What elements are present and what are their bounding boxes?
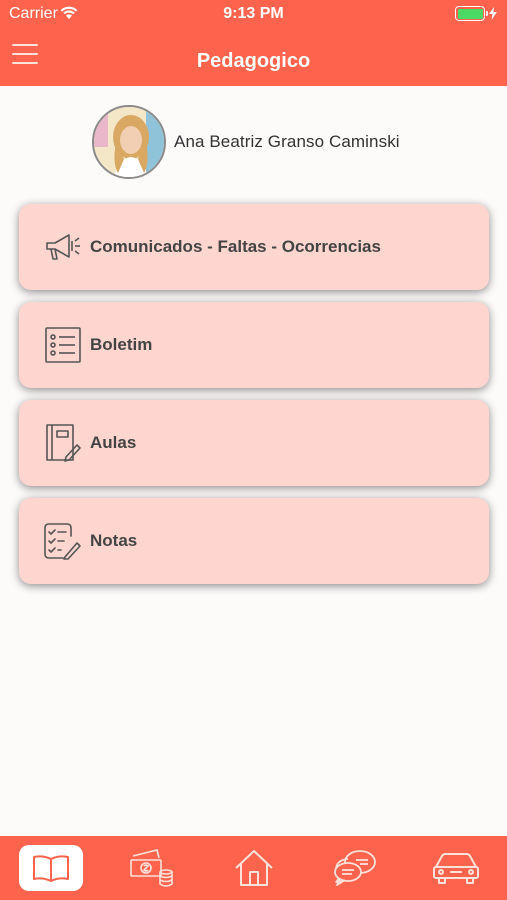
- tab-financeiro[interactable]: [101, 836, 202, 900]
- menu-item-aulas[interactable]: Aulas: [19, 400, 489, 486]
- menu-item-comunicados[interactable]: Comunicados - Faltas - Ocorrencias: [19, 204, 489, 290]
- menu-item-label: Notas: [90, 531, 138, 550]
- page-title: Pedagogico: [196, 50, 311, 72]
- menu-item-label: Boletim: [90, 335, 153, 354]
- notebook-icon: [40, 420, 86, 466]
- book-icon: [32, 855, 69, 882]
- tab-home[interactable]: [203, 836, 304, 900]
- checklist-icon: [40, 518, 86, 564]
- avatar: [92, 105, 166, 179]
- header: Carrier 9:13 PM Pedagogico: [0, 0, 507, 86]
- tab-bar: [0, 836, 507, 900]
- menu-item-label: Comunicados - Faltas - Ocorrencias: [90, 237, 381, 256]
- list-icon: [40, 322, 86, 368]
- menu-item-notas[interactable]: Notas: [19, 498, 489, 584]
- chat-icon: [334, 850, 376, 886]
- battery-icon: [455, 6, 497, 21]
- student-profile: Ana Beatriz Granso Caminski: [92, 105, 400, 179]
- student-name: Ana Beatriz Granso Caminski: [174, 132, 400, 151]
- menu-list: Comunicados - Faltas - Ocorrencias Bolet…: [19, 204, 489, 596]
- clock: 9:13 PM: [223, 5, 284, 22]
- menu-item-label: Aulas: [90, 433, 137, 452]
- status-bar: Carrier 9:13 PM: [0, 0, 507, 28]
- tab-transporte[interactable]: [406, 836, 507, 900]
- tab-pedagogico[interactable]: [0, 836, 101, 900]
- home-icon: [234, 850, 273, 886]
- menu-item-boletim[interactable]: Boletim: [19, 302, 489, 388]
- car-icon: [433, 853, 480, 884]
- megaphone-icon: [40, 224, 86, 270]
- money-icon: [130, 849, 173, 887]
- tab-mensagens[interactable]: [304, 836, 405, 900]
